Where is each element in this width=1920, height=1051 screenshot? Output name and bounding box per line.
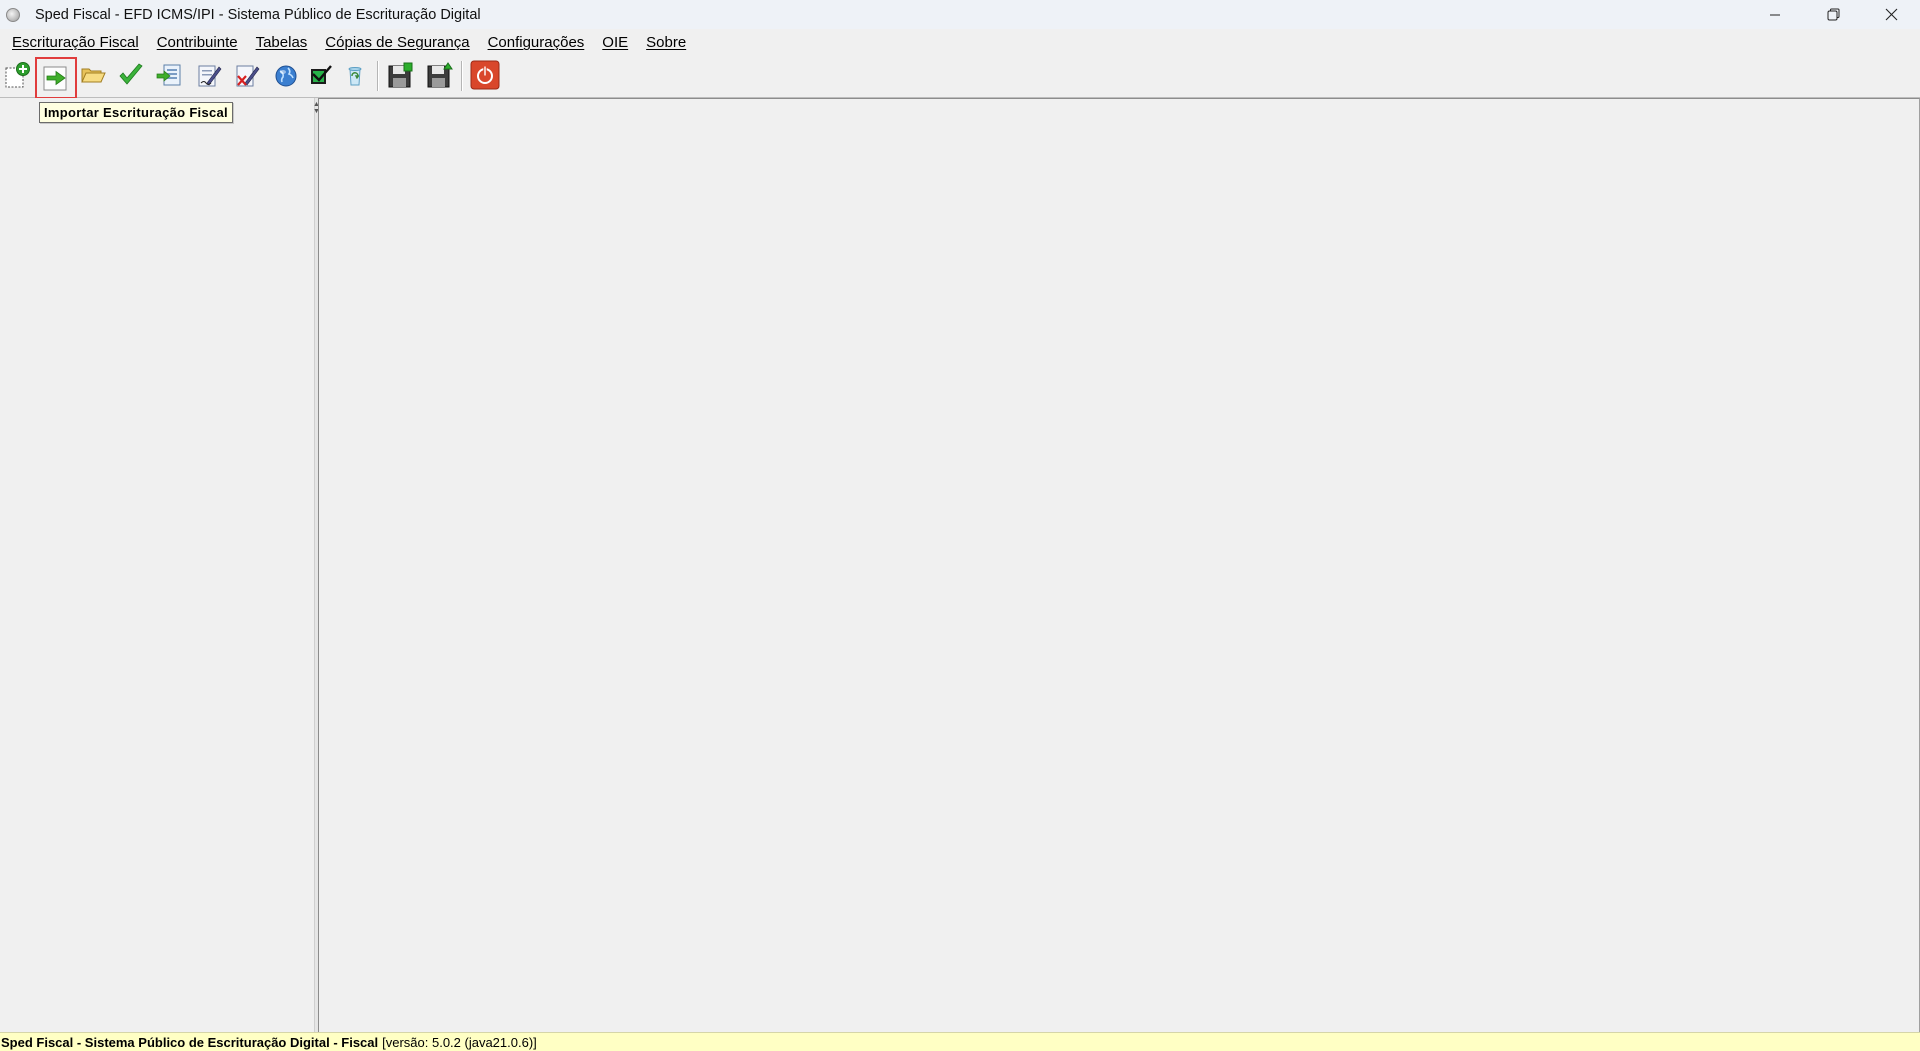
menu-configuracoes[interactable]: Configurações xyxy=(479,34,594,51)
remove-signature-icon xyxy=(236,65,260,87)
tooltip-text: Importar Escrituração Fiscal xyxy=(44,105,228,120)
menu-oie[interactable]: OIE xyxy=(593,34,637,51)
menu-sobre[interactable]: Sobre xyxy=(637,34,695,51)
window-title: Sped Fiscal - EFD ICMS/IPI - Sistema Púb… xyxy=(35,6,481,23)
validate-check-icon xyxy=(119,63,143,85)
backup-save-icon xyxy=(388,62,413,88)
menu-copias-de-seguranca[interactable]: Cópias de Segurança xyxy=(316,34,478,51)
checklist-button[interactable] xyxy=(305,59,337,91)
new-bookkeeping-icon xyxy=(5,62,30,88)
export-icon xyxy=(156,64,181,86)
close-icon xyxy=(1885,8,1897,21)
restore-icon xyxy=(1827,8,1839,21)
transmit-globe-icon xyxy=(275,65,297,87)
sign-document-icon xyxy=(198,65,222,87)
open-folder-button[interactable] xyxy=(77,59,109,91)
toolbar-separator xyxy=(461,61,463,91)
title-bar: Sped Fiscal - EFD ICMS/IPI - Sistema Púb… xyxy=(0,0,1920,29)
exit-power-icon xyxy=(470,60,500,90)
export-button[interactable] xyxy=(153,59,185,91)
status-app-name: Sped Fiscal - Sistema Público de Escritu… xyxy=(1,1034,379,1050)
restore-backup-button[interactable] xyxy=(423,59,455,91)
toolbar xyxy=(0,56,1920,99)
window-controls xyxy=(1746,0,1920,29)
exit-button[interactable] xyxy=(469,59,501,91)
navigation-tree-panel[interactable] xyxy=(0,98,314,1032)
backup-button[interactable] xyxy=(384,59,416,91)
menu-escrituracao-fiscal[interactable]: Escrituração Fiscal xyxy=(0,34,148,51)
minimize-button[interactable] xyxy=(1746,0,1804,29)
app-icon xyxy=(6,7,20,22)
menu-contribuinte[interactable]: Contribuinte xyxy=(148,34,247,51)
open-folder-icon xyxy=(81,68,106,83)
menu-tabelas[interactable]: Tabelas xyxy=(247,34,317,51)
checklist-icon xyxy=(311,65,332,84)
recycle-icon xyxy=(348,67,362,86)
menu-bar: Escrituração Fiscal Contribuinte Tabelas… xyxy=(0,29,1920,56)
new-bookkeeping-button[interactable] xyxy=(1,59,33,91)
remove-signature-button[interactable] xyxy=(231,59,263,91)
minimize-icon xyxy=(1770,14,1780,15)
tooltip: Importar Escrituração Fiscal xyxy=(39,102,233,123)
restore-button[interactable] xyxy=(1804,0,1862,29)
close-button[interactable] xyxy=(1862,0,1920,29)
import-bookkeeping-button[interactable] xyxy=(35,57,77,99)
recycle-button[interactable] xyxy=(339,59,371,91)
transmit-button[interactable] xyxy=(270,59,302,91)
import-bookkeeping-icon xyxy=(43,66,67,91)
toolbar-separator xyxy=(377,61,379,91)
restore-save-icon xyxy=(427,62,453,88)
status-bar: Sped Fiscal - Sistema Público de Escritu… xyxy=(0,1032,1920,1051)
sign-button[interactable] xyxy=(193,59,225,91)
validate-button[interactable] xyxy=(115,59,147,91)
status-version: [versão: 5.0.2 (java21.0.6)] xyxy=(382,1034,537,1050)
main-content-area xyxy=(318,98,1920,1033)
